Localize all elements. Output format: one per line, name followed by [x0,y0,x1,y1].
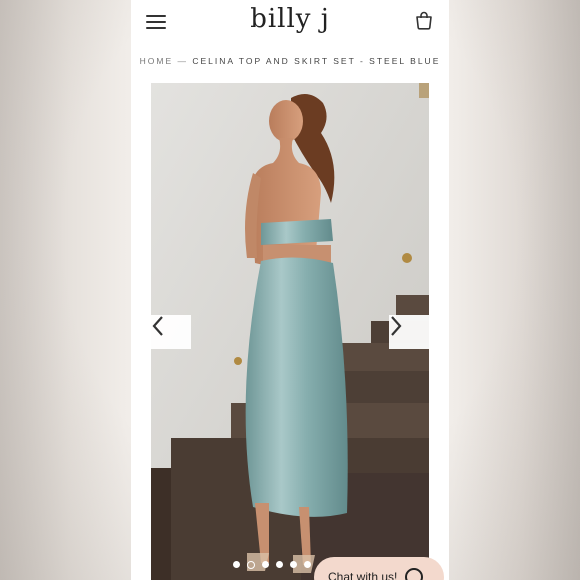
chat-bubble-icon [405,568,424,580]
chevron-left-icon [152,316,163,336]
gallery-dot[interactable] [233,561,240,568]
gallery-prev-button[interactable] [151,315,191,349]
shopping-bag-icon[interactable] [414,10,434,30]
product-photo-illustration [151,83,429,580]
breadcrumb-separator: — [177,56,188,66]
gallery-dot[interactable] [290,561,297,568]
phone-screen: billy j HOME — CELINA TOP AND SKIRT SET … [131,0,449,580]
chevron-right-icon [391,316,402,336]
breadcrumb-current: CELINA TOP AND SKIRT SET - STEEL BLUE [192,56,441,66]
gallery-dot-active[interactable] [247,561,255,569]
gallery-dots [233,561,311,569]
gallery-dot[interactable] [304,561,311,568]
breadcrumb-home-link[interactable]: HOME [140,56,174,66]
chat-button[interactable]: Chat with us! [314,557,444,580]
brand-logo[interactable]: billy j [131,4,449,34]
gallery-next-button[interactable] [389,315,429,349]
breadcrumb: HOME — CELINA TOP AND SKIRT SET - STEEL … [131,56,449,66]
chat-label: Chat with us! [328,570,398,580]
gallery-dot[interactable] [262,561,269,568]
product-image[interactable] [151,83,429,580]
site-header: billy j [131,0,449,44]
gallery-dot[interactable] [276,561,283,568]
